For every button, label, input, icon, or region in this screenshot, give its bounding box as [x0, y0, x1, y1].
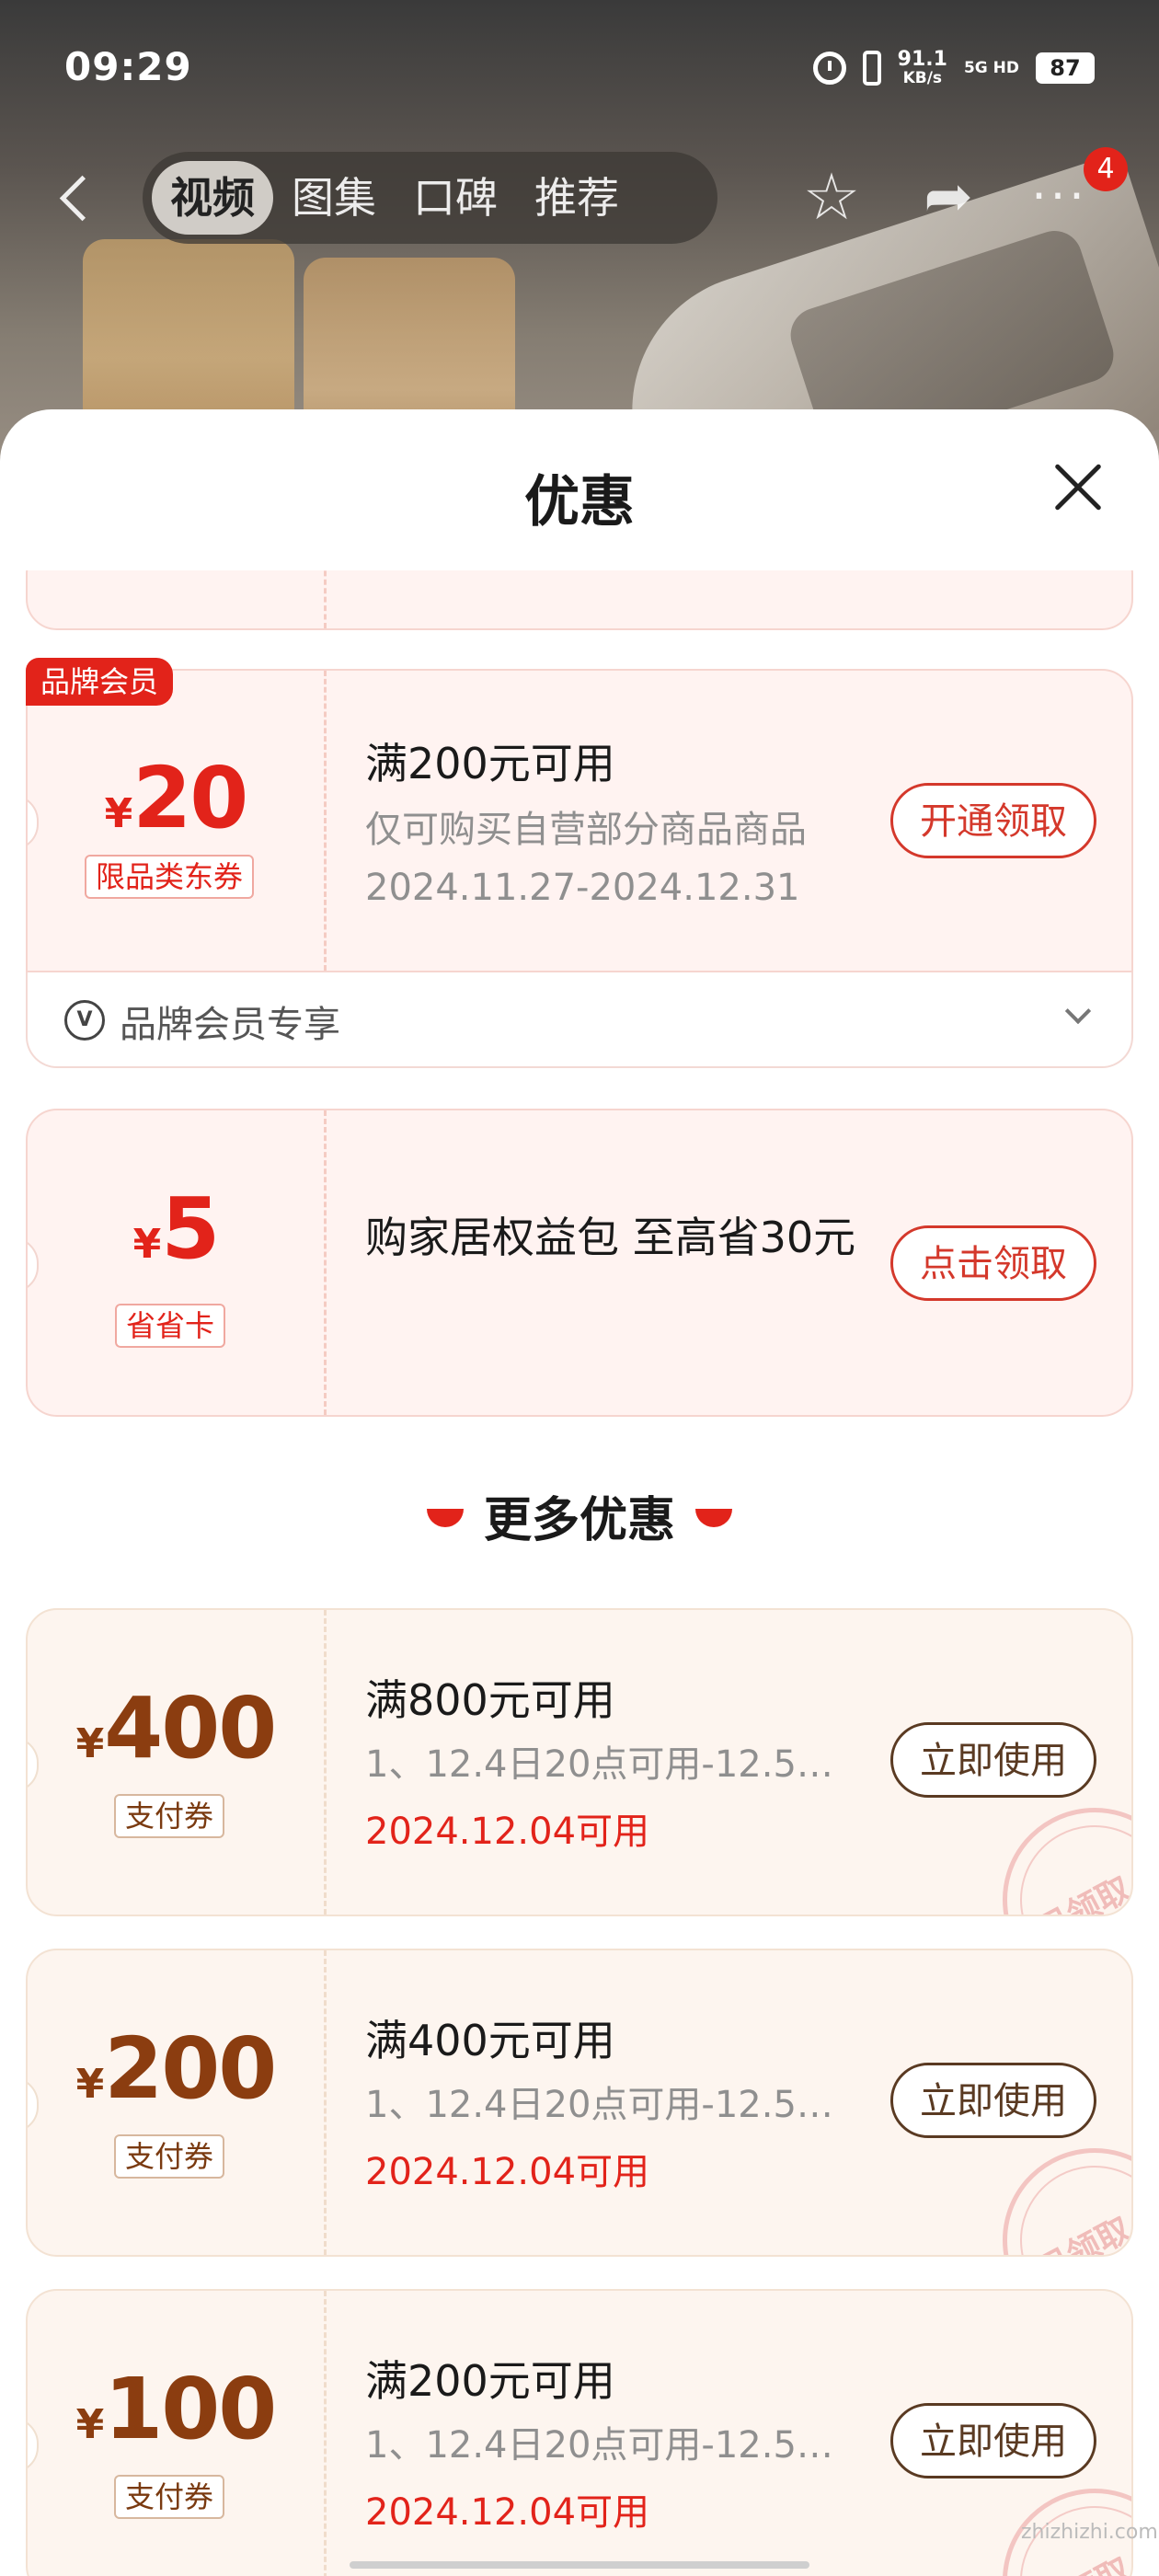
coupon-amount: ¥200	[75, 2019, 278, 2118]
close-button[interactable]	[1050, 460, 1106, 515]
click-claim-button[interactable]: 点击领取	[890, 1225, 1096, 1301]
tab-gallery[interactable]: 图集	[273, 161, 395, 235]
status-icons: 91.1 KB/s 5G HD 87	[812, 48, 1095, 87]
coupon-card-partial	[26, 570, 1133, 630]
home-indicator[interactable]	[350, 2561, 809, 2569]
use-now-button[interactable]: 立即使用	[890, 2403, 1096, 2478]
coupon-amount: ¥5	[132, 1179, 221, 1278]
coupon-card-save-card: ¥5 省省卡 购家居权益包 至高省30元 点击领取	[26, 1109, 1133, 1417]
net-speed: 91.1 KB/s	[897, 48, 947, 87]
coupon-tag: 省省卡	[115, 1304, 226, 1348]
coupon-date: 2024.12.04可用	[365, 1811, 650, 1853]
alarm-icon	[812, 52, 846, 85]
coupon-card-400: ¥400 支付券 满800元可用 1、12.4日20点可用-12.5… 2024…	[26, 1608, 1133, 1916]
battery-icon: 87	[1036, 52, 1095, 84]
favorite-star-icon[interactable]: ☆	[798, 164, 865, 230]
coupon-date: 2024.12.04可用	[365, 2491, 650, 2534]
tab-video[interactable]: 视频	[152, 161, 273, 235]
notification-badge: 4	[1084, 147, 1128, 191]
coupon-title: 满200元可用	[365, 2356, 615, 2406]
chevron-down-icon[interactable]	[1064, 997, 1092, 1025]
use-now-button[interactable]: 立即使用	[890, 1722, 1096, 1798]
brand-member-badge: 品牌会员	[26, 658, 174, 706]
sheet-title: 优惠	[524, 470, 635, 535]
coupon-card-100: ¥100 支付券 满200元可用 1、12.4日20点可用-12.5… 2024…	[26, 2289, 1133, 2576]
back-button[interactable]	[53, 167, 99, 228]
coupon-subtitle: 1、12.4日20点可用-12.5…	[365, 1743, 833, 1786]
coupon-subtitle: 1、12.4日20点可用-12.5…	[365, 2424, 833, 2467]
coupon-tag: 限品类东券	[85, 855, 255, 899]
offers-sheet: 优惠 品牌会员 ¥20 限品类东券 满200元可用 仅可购买自营部分商品商品 2…	[0, 409, 1159, 2576]
status-bar: 09:29 91.1 KB/s 5G HD 87	[0, 37, 1159, 101]
coupon-subtitle: 1、12.4日20点可用-12.5…	[365, 2084, 833, 2126]
brand-member-exclusive-row[interactable]: V 品牌会员专享	[26, 972, 1133, 1068]
coupon-title: 满400元可用	[365, 2016, 615, 2065]
signal-icon: 5G HD	[963, 59, 1019, 77]
share-icon[interactable]: ➦	[915, 164, 981, 230]
coupon-subtitle: 仅可购买自营部分商品商品	[365, 809, 807, 851]
coupon-title: 满200元可用	[365, 739, 615, 788]
coupon-description: 购家居权益包 至高省30元	[365, 1213, 856, 1262]
more-offers-heading: 更多优惠	[0, 1481, 1159, 1550]
coupon-date: 2024.12.04可用	[365, 2151, 650, 2193]
net-speed-unit: KB/s	[902, 69, 943, 87]
coupon-amount: ¥400	[75, 1679, 278, 1777]
coupon-tag: 支付券	[114, 2134, 225, 2179]
top-nav: 视频 图集 口碑 推荐 ☆ ➦ ··· 4	[0, 147, 1159, 248]
coupon-title: 满800元可用	[365, 1675, 615, 1725]
smile-right-icon	[695, 1509, 732, 1527]
coupon-amount: ¥100	[75, 2360, 278, 2458]
use-now-button[interactable]: 立即使用	[890, 2063, 1096, 2138]
watermark: zhizhizhi.com	[1021, 2521, 1158, 2544]
coupon-date: 2024.11.27-2024.12.31	[365, 867, 800, 909]
coupon-amount: ¥20	[104, 749, 249, 847]
coupon-tag: 支付券	[114, 2475, 225, 2519]
member-exclusive-label: 品牌会员专享	[120, 1004, 340, 1046]
vibrate-icon	[862, 51, 881, 86]
tab-reviews[interactable]: 口碑	[395, 161, 516, 235]
coupon-card-brand-member: ¥20 限品类东券 满200元可用 仅可购买自营部分商品商品 2024.11.2…	[26, 669, 1133, 972]
coupon-tag: 支付券	[114, 1794, 225, 1838]
vip-icon: V	[64, 1000, 105, 1041]
status-time: 09:29	[64, 44, 192, 89]
tab-recommend[interactable]: 推荐	[516, 161, 637, 235]
open-claim-button[interactable]: 开通领取	[890, 783, 1096, 858]
coupon-card-200: ¥200 支付券 满400元可用 1、12.4日20点可用-12.5… 2024…	[26, 1949, 1133, 2257]
offers-list[interactable]: 品牌会员 ¥20 限品类东券 满200元可用 仅可购买自营部分商品商品 2024…	[0, 570, 1159, 2576]
net-speed-value: 91.1	[897, 48, 947, 71]
media-tabs: 视频 图集 口碑 推荐	[143, 152, 717, 244]
smile-left-icon	[426, 1509, 464, 1527]
